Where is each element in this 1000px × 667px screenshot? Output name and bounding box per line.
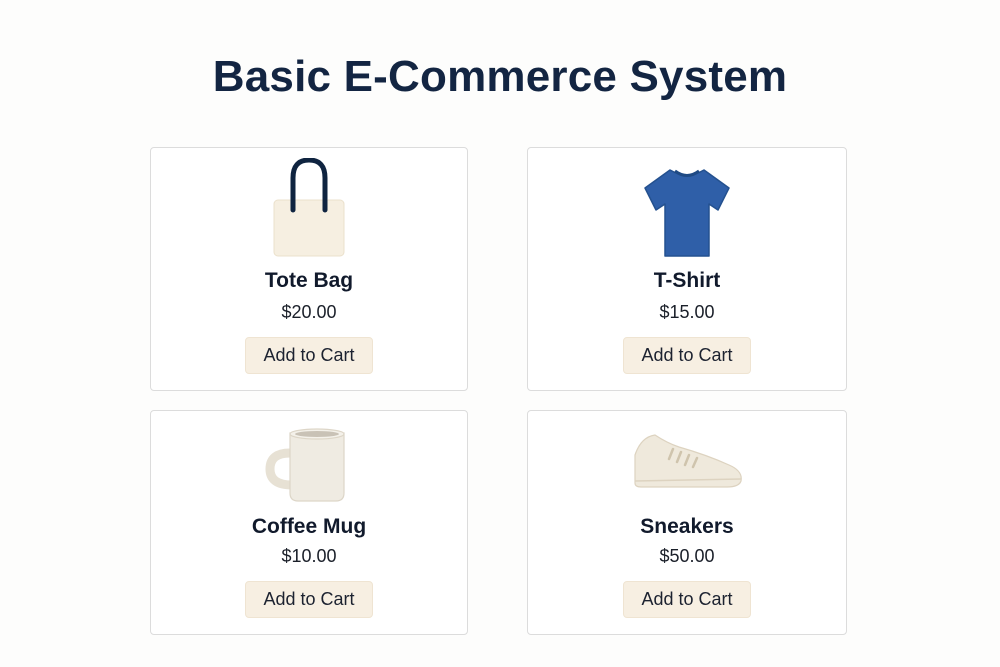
add-to-cart-button[interactable]: Add to Cart [623,581,751,618]
product-image [528,158,846,263]
product-price: $10.00 [281,546,337,566]
coffee-mug-icon [265,428,345,502]
product-name: T-Shirt [653,269,721,292]
product-image [151,425,467,505]
product-name: Sneakers [640,515,734,538]
product-card-sneakers: Sneakers $50.00 Add to Cart [527,410,847,635]
product-price: $20.00 [281,302,337,322]
product-card-tote-bag: Tote Bag $20.00 Add to Cart [150,147,468,391]
product-card-t-shirt: T-Shirt $15.00 Add to Cart [527,147,847,391]
product-price: $50.00 [659,546,715,566]
product-card-coffee-mug: Coffee Mug $10.00 Add to Cart [150,410,468,635]
sneakers-icon [634,434,742,488]
page-title: Basic E-Commerce System [212,52,788,101]
tote-bag-icon [273,158,345,257]
product-name: Coffee Mug [251,515,367,538]
t-shirt-icon [644,169,730,257]
add-to-cart-button[interactable]: Add to Cart [245,337,373,374]
add-to-cart-button[interactable]: Add to Cart [245,581,373,618]
page: Basic E-Commerce System Tote Bag $20.00 … [0,0,1000,667]
product-name: Tote Bag [264,269,354,292]
add-to-cart-button[interactable]: Add to Cart [623,337,751,374]
product-image [528,425,846,505]
product-price: $15.00 [659,302,715,322]
product-image [151,158,467,263]
